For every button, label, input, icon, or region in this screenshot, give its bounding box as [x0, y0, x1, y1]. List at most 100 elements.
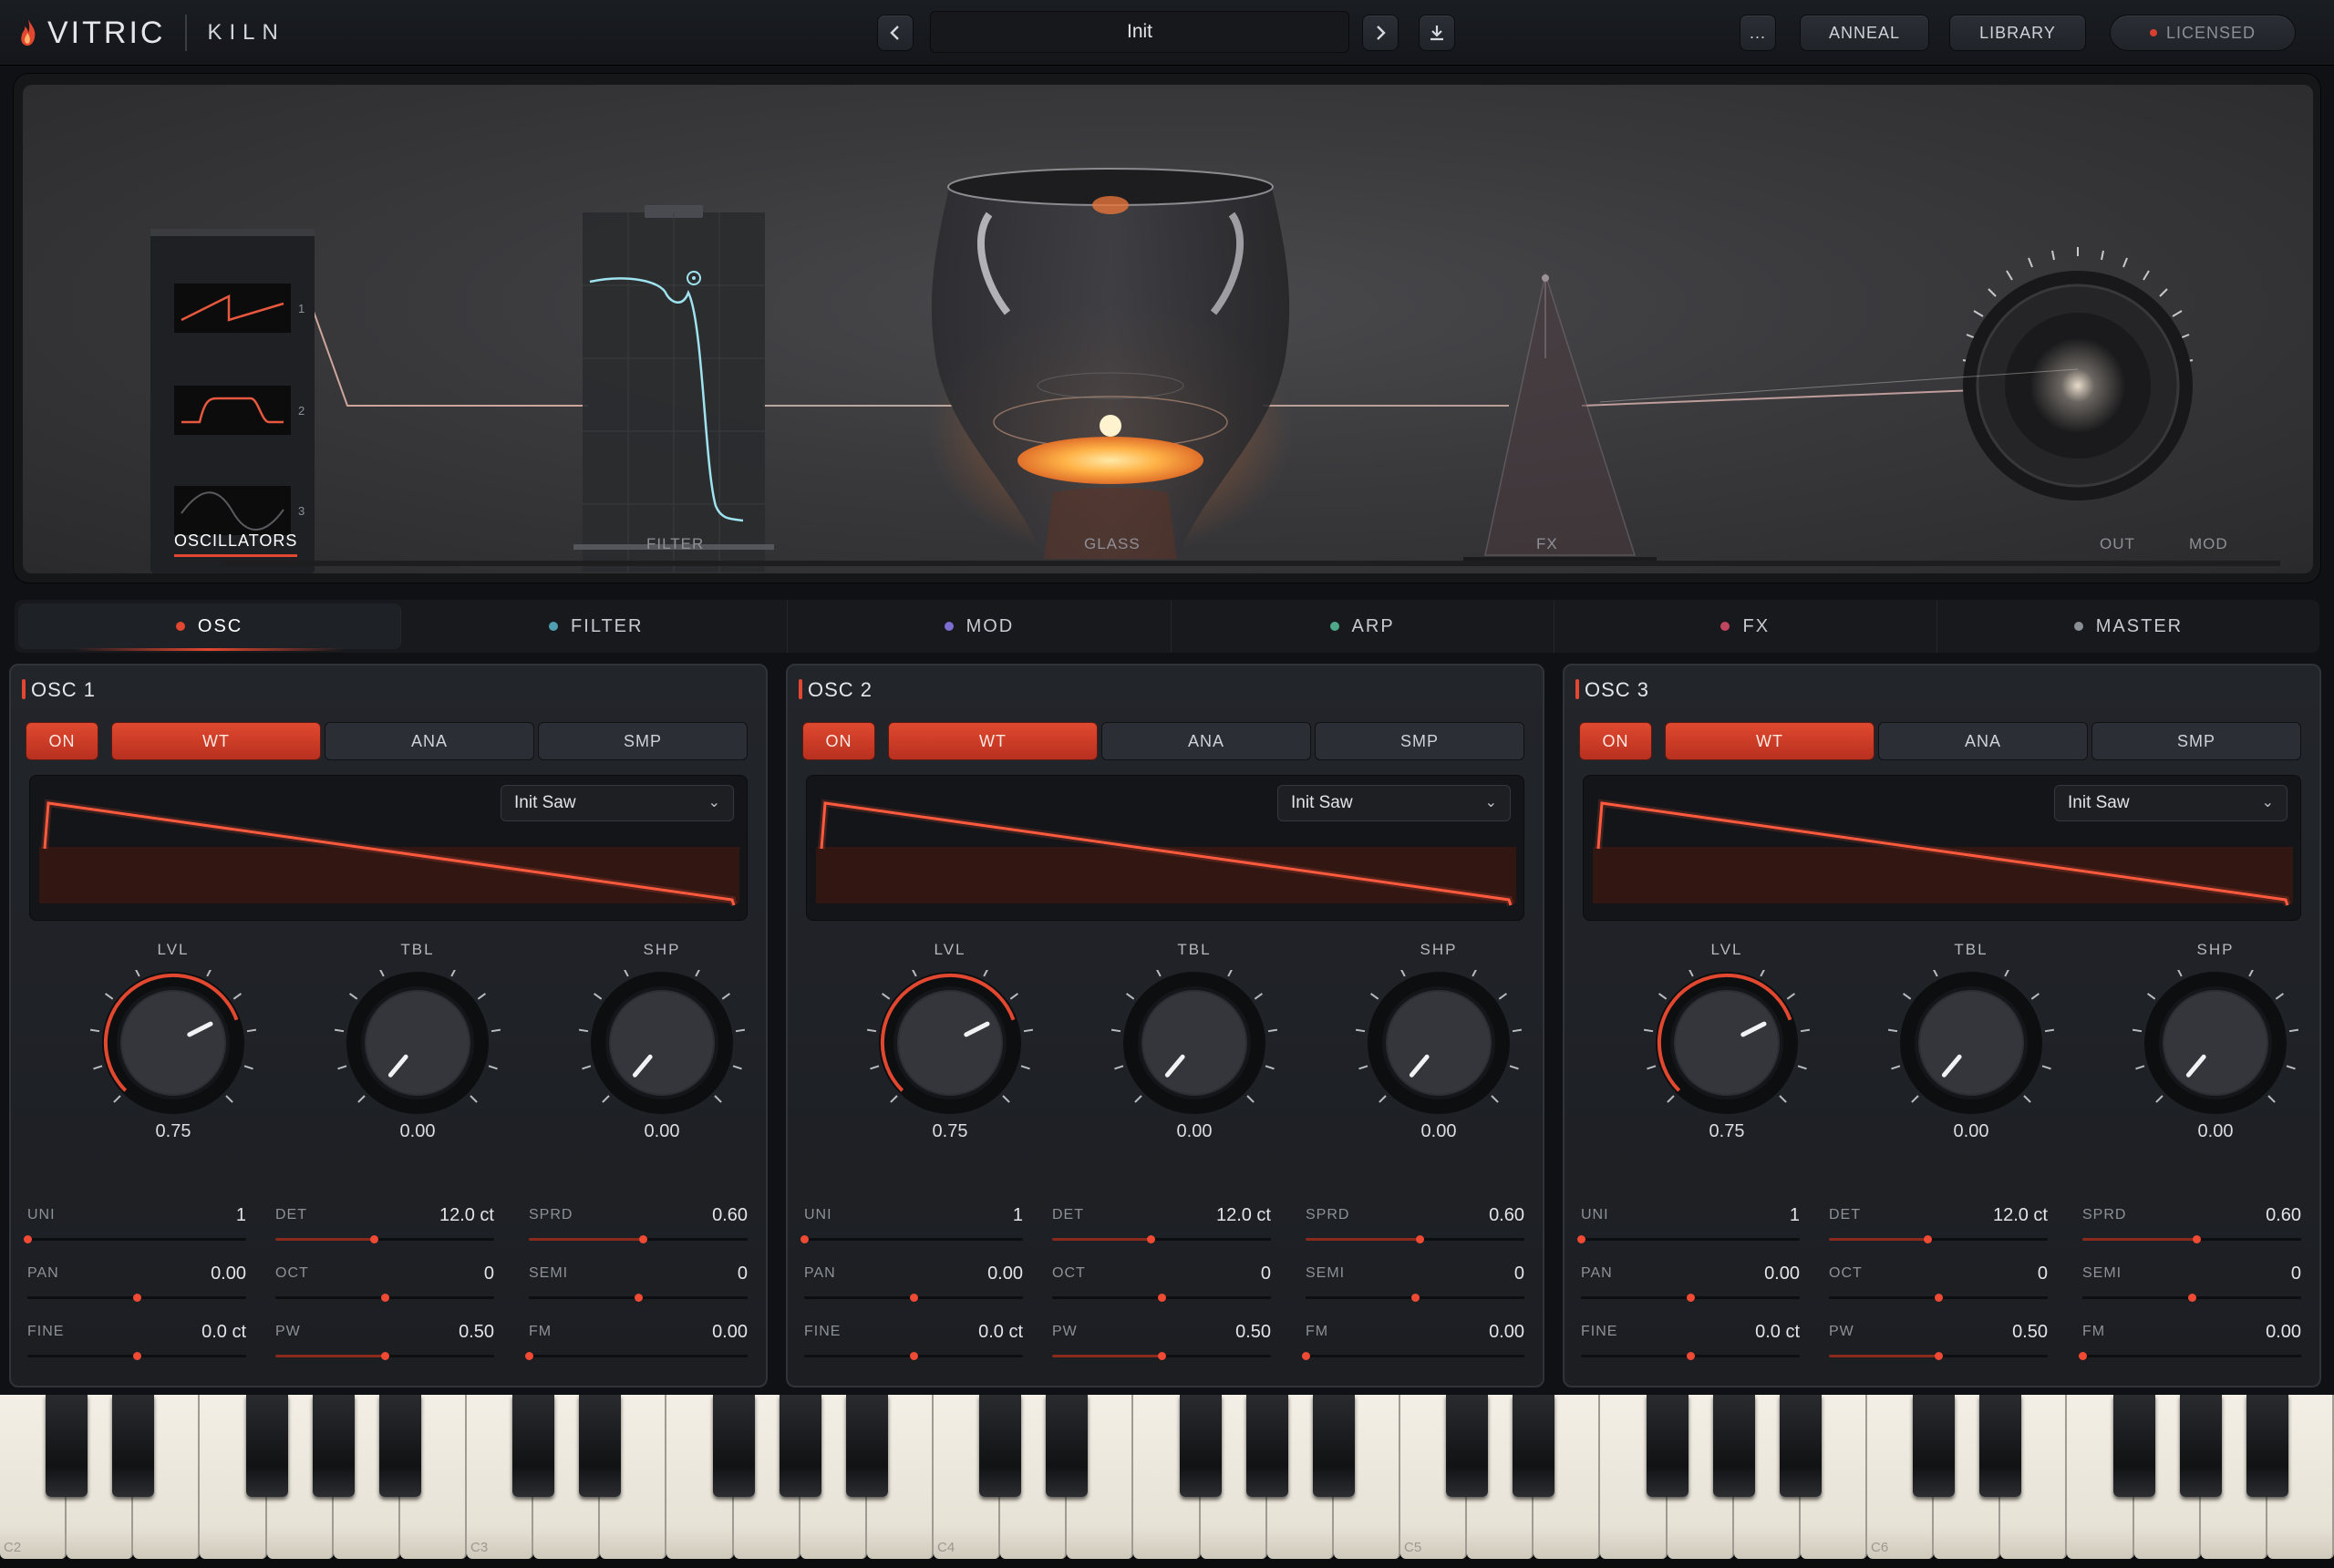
- param-slider-track[interactable]: [529, 1235, 748, 1243]
- param-slider-thumb[interactable]: [1411, 1294, 1420, 1302]
- tab-fx[interactable]: FX: [1554, 600, 1937, 653]
- mode-smp-button[interactable]: SMP: [2091, 722, 2301, 760]
- wavetable-display[interactable]: Init Saw ⌄: [29, 775, 748, 921]
- param-semi[interactable]: SEMI 0: [1306, 1264, 1524, 1309]
- black-key[interactable]: [2112, 1395, 2155, 1497]
- wavetable-select[interactable]: Init Saw ⌄: [2054, 785, 2288, 821]
- black-key[interactable]: [1779, 1395, 1822, 1497]
- black-key[interactable]: [845, 1395, 888, 1497]
- preset-name-display[interactable]: Init: [930, 11, 1349, 53]
- knob-lvl[interactable]: [82, 959, 264, 1116]
- param-pw[interactable]: PW 0.50: [1829, 1322, 2048, 1367]
- tab-osc[interactable]: OSC: [18, 603, 402, 651]
- param-pw[interactable]: PW 0.50: [275, 1322, 494, 1367]
- param-slider-thumb[interactable]: [1924, 1235, 1932, 1243]
- param-semi[interactable]: SEMI 0: [2082, 1264, 2301, 1309]
- param-sprd[interactable]: SPRD 0.60: [1306, 1205, 1524, 1251]
- param-slider-track[interactable]: [1581, 1352, 1800, 1360]
- mode-smp-button[interactable]: SMP: [1315, 722, 1524, 760]
- wavetable-display[interactable]: Init Saw ⌄: [1583, 775, 2301, 921]
- param-slider-thumb[interactable]: [1935, 1294, 1943, 1302]
- black-key[interactable]: [712, 1395, 755, 1497]
- param-pan[interactable]: PAN 0.00: [27, 1264, 246, 1309]
- knob-tbl[interactable]: [1103, 959, 1286, 1116]
- stage-out-label[interactable]: OUT: [2100, 535, 2135, 553]
- osc-on-toggle[interactable]: ON: [26, 722, 98, 760]
- param-slider-track[interactable]: [1052, 1235, 1271, 1243]
- mode-wt-button[interactable]: WT: [1665, 722, 1874, 760]
- black-key[interactable]: [1245, 1395, 1288, 1497]
- black-key[interactable]: [1646, 1395, 1689, 1497]
- osc-on-toggle[interactable]: ON: [802, 722, 875, 760]
- stage-fx-label[interactable]: FX: [1536, 535, 1558, 553]
- param-slider-thumb[interactable]: [635, 1294, 643, 1302]
- knob-tbl[interactable]: [326, 959, 509, 1116]
- black-key[interactable]: [112, 1395, 155, 1497]
- black-key[interactable]: [1513, 1395, 1555, 1497]
- knob-shp[interactable]: [2124, 959, 2307, 1116]
- more-options-button[interactable]: ...: [1740, 15, 1776, 51]
- param-slider-thumb[interactable]: [910, 1294, 918, 1302]
- black-key[interactable]: [378, 1395, 421, 1497]
- tab-filter[interactable]: FILTER: [405, 600, 789, 653]
- black-key[interactable]: [1046, 1395, 1089, 1497]
- param-pan[interactable]: PAN 0.00: [804, 1264, 1023, 1309]
- tab-master[interactable]: MASTER: [1937, 600, 2319, 653]
- param-slider-track[interactable]: [1829, 1235, 2048, 1243]
- param-slider-track[interactable]: [275, 1294, 494, 1302]
- wavetable-select[interactable]: Init Saw ⌄: [501, 785, 734, 821]
- param-uni[interactable]: UNI 1: [800, 1205, 1023, 1251]
- osc-on-toggle[interactable]: ON: [1579, 722, 1652, 760]
- knob-shp[interactable]: [571, 959, 753, 1116]
- param-slider-track[interactable]: [804, 1294, 1023, 1302]
- mode-wt-button[interactable]: WT: [888, 722, 1098, 760]
- mode-ana-button[interactable]: ANA: [1878, 722, 2088, 760]
- param-slider-thumb[interactable]: [800, 1235, 809, 1243]
- param-slider-thumb[interactable]: [381, 1352, 389, 1360]
- stage-oscillators-module[interactable]: OSCILLATORS: [174, 531, 298, 557]
- stage-mod-label[interactable]: MOD: [2189, 535, 2228, 553]
- prev-preset-button[interactable]: [877, 15, 914, 51]
- param-slider-thumb[interactable]: [2079, 1352, 2087, 1360]
- param-slider-track[interactable]: [275, 1352, 494, 1360]
- param-pw[interactable]: PW 0.50: [1052, 1322, 1271, 1367]
- save-preset-button[interactable]: [1419, 15, 1455, 51]
- param-oct[interactable]: OCT 0: [1829, 1264, 2048, 1309]
- param-slider-track[interactable]: [1577, 1235, 1800, 1243]
- black-key[interactable]: [979, 1395, 1022, 1497]
- black-key[interactable]: [1446, 1395, 1489, 1497]
- param-slider-track[interactable]: [24, 1235, 246, 1243]
- param-sprd[interactable]: SPRD 0.60: [2082, 1205, 2301, 1251]
- param-slider-track[interactable]: [1306, 1235, 1524, 1243]
- param-fm[interactable]: FM 0.00: [2079, 1322, 2301, 1367]
- next-preset-button[interactable]: [1362, 15, 1399, 51]
- param-det[interactable]: DET 12.0 ct: [1829, 1205, 2048, 1251]
- param-fine[interactable]: FINE 0.0 ct: [804, 1322, 1023, 1367]
- wavetable-select[interactable]: Init Saw ⌄: [1277, 785, 1511, 821]
- param-slider-thumb[interactable]: [1415, 1235, 1424, 1243]
- black-key[interactable]: [2179, 1395, 2222, 1497]
- param-fm[interactable]: FM 0.00: [1302, 1322, 1524, 1367]
- black-key[interactable]: [1712, 1395, 1755, 1497]
- black-key[interactable]: [512, 1395, 555, 1497]
- param-slider-thumb[interactable]: [24, 1235, 32, 1243]
- param-slider-thumb[interactable]: [1687, 1352, 1695, 1360]
- param-uni[interactable]: UNI 1: [24, 1205, 246, 1251]
- param-slider-thumb[interactable]: [133, 1294, 141, 1302]
- license-status-button[interactable]: LICENSED: [2110, 15, 2296, 51]
- black-key[interactable]: [1979, 1395, 2022, 1497]
- black-key[interactable]: [46, 1395, 88, 1497]
- param-slider-thumb[interactable]: [133, 1352, 141, 1360]
- param-slider-track[interactable]: [2079, 1352, 2301, 1360]
- knob-tbl[interactable]: [1880, 959, 2062, 1116]
- param-slider-thumb[interactable]: [1935, 1352, 1943, 1360]
- param-slider-track[interactable]: [1306, 1294, 1524, 1302]
- param-slider-track[interactable]: [1829, 1352, 2048, 1360]
- param-slider-track[interactable]: [1581, 1294, 1800, 1302]
- black-key[interactable]: [245, 1395, 288, 1497]
- mode-wt-button[interactable]: WT: [111, 722, 321, 760]
- black-key[interactable]: [312, 1395, 355, 1497]
- param-slider-track[interactable]: [275, 1235, 494, 1243]
- param-oct[interactable]: OCT 0: [275, 1264, 494, 1309]
- param-fine[interactable]: FINE 0.0 ct: [1581, 1322, 1800, 1367]
